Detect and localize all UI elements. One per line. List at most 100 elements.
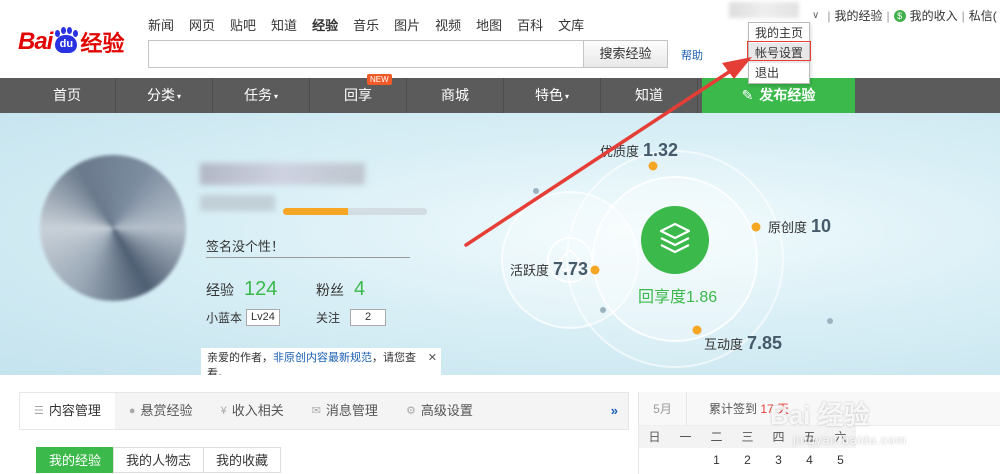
profile-banner: 签名没个性！ 经验 124 粉丝 4 小蓝本 Lv24 关注 2 亲爱的作者，非… — [0, 113, 1000, 375]
search-button[interactable]: 搜索经验 — [583, 40, 668, 68]
main-nav-item-6[interactable]: 知道 — [601, 78, 698, 113]
calendar-month[interactable]: 5月 — [639, 392, 687, 425]
dot-youzhi — [648, 161, 658, 171]
chevron-down-icon[interactable]: ∨ — [812, 10, 819, 21]
main-nav-item-3[interactable]: 回享 NEW — [310, 74, 407, 113]
level-progress-fill — [283, 208, 348, 215]
main-nav-item-4[interactable]: 商城 — [407, 78, 504, 113]
search-input[interactable] — [148, 40, 584, 68]
level-progress-bar — [283, 208, 427, 215]
tab-1[interactable]: ● 悬赏经验 — [115, 393, 207, 429]
help-link[interactable]: 帮助 — [681, 47, 703, 63]
subtab-2[interactable]: 我的收藏 — [203, 447, 282, 473]
product-link-1[interactable]: 网页 — [189, 15, 215, 34]
dot-deco — [533, 188, 539, 194]
main-nav-label: 特色 — [534, 87, 563, 103]
username-blurred[interactable] — [729, 2, 799, 18]
calendar-day[interactable]: 5 — [825, 448, 856, 472]
tab-2[interactable]: ¥ 收入相关 — [207, 393, 298, 429]
tab-0[interactable]: ☰ 内容管理 — [20, 393, 115, 429]
separator: | — [886, 8, 890, 23]
product-link-0[interactable]: 新闻 — [148, 15, 174, 34]
metric-huoyue-label: 活跃度 — [510, 263, 550, 278]
separator: | — [827, 8, 831, 23]
metric-yuanchuang: 原创度 10 — [768, 216, 831, 237]
weekday-label: 三 — [732, 426, 763, 448]
tabs-more-button[interactable]: » — [601, 393, 628, 429]
score-radar — [501, 150, 833, 368]
calendar-day[interactable]: 1 — [701, 448, 732, 472]
metric-hudong-label: 互动度 — [704, 337, 744, 352]
paw-icon: du — [53, 27, 79, 54]
product-link-8[interactable]: 地图 — [476, 15, 502, 34]
menu-item-my-homepage[interactable]: 我的主页 — [749, 23, 809, 43]
tab-3[interactable]: ✉ 消息管理 — [298, 393, 392, 429]
stat-experience-label: 经验 — [206, 282, 234, 298]
product-link-3[interactable]: 知道 — [271, 15, 297, 34]
product-nav: 新闻 网页 贴吧 知道 经验 音乐 图片 视频 地图 百科 文库 — [148, 15, 599, 34]
metric-huixiang[interactable]: 回享度1.86 — [638, 283, 717, 307]
coin-icon: ● — [128, 405, 136, 417]
weekday-label: 日 — [639, 426, 670, 448]
product-link-6[interactable]: 图片 — [394, 15, 420, 34]
signature-text[interactable]: 签名没个性！ — [206, 236, 410, 258]
calendar-day[interactable]: 4 — [794, 448, 825, 472]
metric-youzhi: 优质度 1.32 — [600, 140, 678, 161]
notice-banner: 亲爱的作者，非原创内容最新规范，请您查看。 ✕ — [201, 348, 441, 375]
subtab-0[interactable]: 我的经验 — [36, 447, 115, 473]
product-link-10[interactable]: 文库 — [558, 15, 584, 34]
sign-in-unit: 天 — [777, 402, 790, 416]
stat-fans-value[interactable]: 4 — [354, 278, 365, 301]
my-experience-link[interactable]: 我的经验 — [834, 7, 882, 24]
logo-text-jingyan: 经验 — [80, 31, 125, 56]
center-badge — [641, 206, 709, 274]
close-icon[interactable]: ✕ — [428, 350, 437, 366]
product-link-4[interactable]: 经验 — [312, 15, 338, 34]
stat-experience-value[interactable]: 124 — [244, 278, 277, 301]
main-nav-item-2[interactable]: 任务 ▾ — [213, 78, 310, 113]
main-nav-item-0[interactable]: 首页 — [19, 78, 116, 113]
follow-value[interactable]: 2 — [350, 309, 387, 326]
main-nav-item-1[interactable]: 分类 ▾ — [116, 78, 213, 113]
tab-4[interactable]: ⚙ 高级设置 — [392, 393, 487, 429]
product-link-7[interactable]: 视频 — [435, 15, 461, 34]
weekday-label: 四 — [763, 426, 794, 448]
menu-item-logout[interactable]: 退出 — [749, 63, 809, 83]
caret-down-icon: ▾ — [273, 91, 278, 101]
product-link-9[interactable]: 百科 — [517, 15, 543, 34]
separator: | — [961, 8, 965, 23]
main-nav-label: 商城 — [441, 87, 469, 103]
list-icon: ☰ — [34, 405, 44, 417]
calendar-day[interactable]: 2 — [732, 448, 763, 472]
product-link-5[interactable]: 音乐 — [353, 15, 379, 34]
baidu-jingyan-logo[interactable]: Bai du 经验 — [18, 22, 124, 62]
baidu-jingyan-page: Bai du 经验 新闻 网页 贴吧 知道 经验 音乐 图片 视频 地图 百科 文库 搜索经验 帮助… — [0, 0, 1000, 474]
messages-link[interactable]: 私信( — [969, 7, 997, 24]
metric-hudong: 互动度 7.85 — [704, 333, 782, 354]
avatar[interactable] — [40, 155, 186, 301]
product-link-2[interactable]: 贴吧 — [230, 15, 256, 34]
calendar-day[interactable]: 3 — [763, 448, 794, 472]
lanben-value[interactable]: Lv24 — [246, 309, 280, 326]
sign-in-prefix: 累计签到 — [709, 402, 758, 416]
metric-yuanchuang-value: 10 — [811, 216, 832, 236]
logo-text-bai: Bai — [18, 28, 53, 55]
my-income-link[interactable]: 我的收入 — [910, 7, 958, 24]
weekday-label: 五 — [794, 426, 825, 448]
stat-fans-label: 粉丝 — [316, 282, 344, 298]
tab-label: 消息管理 — [325, 403, 378, 418]
stat-fans: 粉丝 4 — [316, 278, 365, 301]
main-nav-item-5[interactable]: 特色 ▾ — [504, 78, 601, 113]
metric-huixiang-value: 1.86 — [686, 289, 718, 306]
coin-icon: $ — [893, 9, 906, 22]
notice-link[interactable]: 非原创内容最新规范 — [273, 352, 372, 364]
subtab-1[interactable]: 我的人物志 — [113, 447, 205, 473]
main-nav: 首页 分类 ▾ 任务 ▾ 回享 NEW 商城 特色 ▾ 知道 ✎ 发布经验 — [0, 74, 1000, 113]
profile-username-blurred — [200, 163, 365, 185]
user-dropdown-menu: 我的主页 帐号设置 退出 — [748, 22, 810, 84]
sign-in-summary: 累计签到 17 天 — [687, 392, 789, 425]
weekday-label: 一 — [670, 426, 701, 448]
notice-prefix: 亲爱的作者， — [207, 352, 273, 364]
tab-label: 内容管理 — [48, 403, 101, 418]
menu-item-account-settings[interactable]: 帐号设置 — [749, 43, 809, 63]
